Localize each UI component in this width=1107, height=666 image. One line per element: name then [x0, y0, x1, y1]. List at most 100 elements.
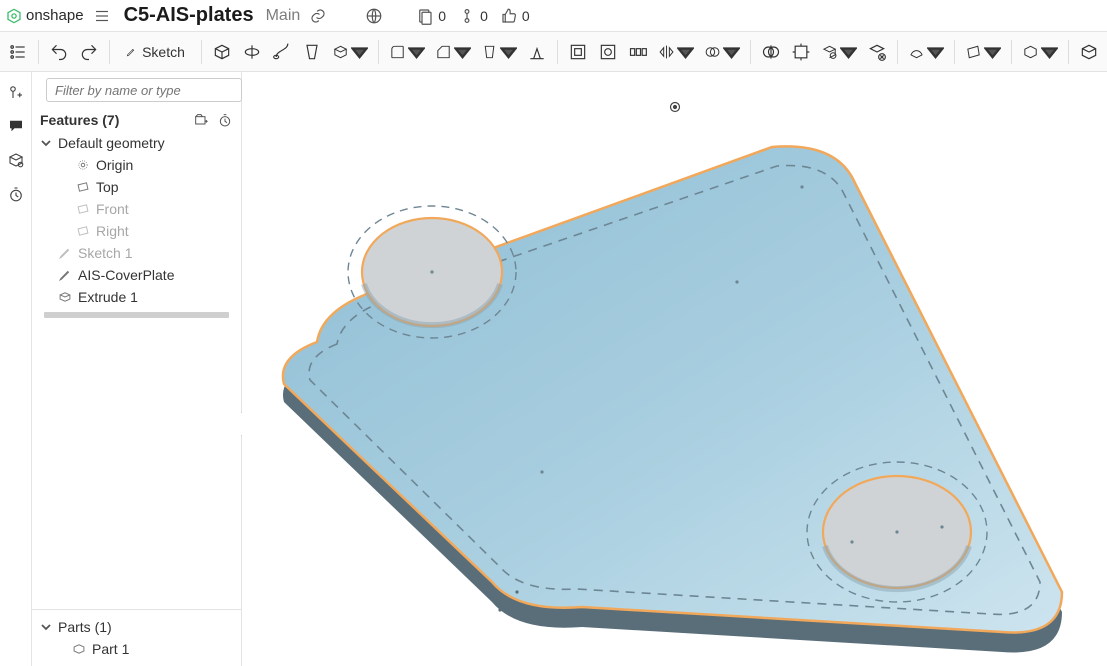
plane-tool[interactable] — [961, 36, 1005, 68]
origin-icon — [76, 158, 90, 172]
plane-icon — [76, 180, 90, 194]
revolve-icon — [242, 42, 262, 62]
parts-part1[interactable]: Part 1 — [36, 638, 237, 660]
tree-extrude1[interactable]: Extrude 1 — [36, 286, 237, 308]
pencil-icon — [126, 42, 136, 62]
plane-icon — [76, 224, 90, 238]
document-branch[interactable]: Main — [266, 7, 301, 25]
sketch-button[interactable]: Sketch — [116, 36, 195, 68]
document-title[interactable]: C5-AIS-plates — [124, 4, 254, 27]
features-title: Features (7) — [40, 112, 119, 128]
split-tool[interactable] — [757, 36, 785, 68]
sheet-metal-tool[interactable] — [1075, 36, 1103, 68]
configurations-button[interactable] — [4, 148, 28, 172]
comment-icon — [7, 117, 25, 135]
history-count: 0 — [480, 8, 488, 24]
tree-ais-coverplate[interactable]: AIS-CoverPlate — [36, 264, 237, 286]
share-link-button[interactable] — [306, 4, 330, 28]
pattern-tool[interactable] — [624, 36, 652, 68]
chevron-down-icon — [40, 621, 52, 633]
rollback-timer-icon[interactable] — [217, 112, 233, 128]
fillet-tool[interactable] — [385, 36, 429, 68]
transform-tool[interactable] — [787, 36, 815, 68]
3d-viewport[interactable] — [242, 72, 1107, 666]
topbar: onshape C5-AIS-plates Main 0 0 — [0, 0, 1107, 32]
revolve-tool[interactable] — [238, 36, 266, 68]
surface-tool[interactable] — [904, 36, 948, 68]
tree-right-plane[interactable]: Right — [36, 220, 237, 242]
undo-icon — [49, 42, 69, 62]
modify-tool[interactable] — [817, 36, 861, 68]
pencil-icon — [58, 268, 72, 282]
extrude-tool[interactable] — [208, 36, 236, 68]
redo-button[interactable] — [75, 36, 103, 68]
filter-input[interactable] — [46, 78, 242, 102]
history-rail-button[interactable] — [4, 182, 28, 206]
versions-count: 0 — [438, 8, 446, 24]
surface-icon — [908, 42, 925, 62]
globe-icon — [365, 7, 383, 25]
add-feature-button[interactable] — [4, 80, 28, 104]
dropdown-caret-icon — [984, 42, 1001, 62]
shell-icon — [568, 42, 588, 62]
feature-list-toggle[interactable] — [4, 36, 32, 68]
delete-face-icon — [867, 42, 887, 62]
mirror-tool[interactable] — [654, 36, 698, 68]
loft-tool[interactable] — [298, 36, 326, 68]
likes-stat[interactable]: 0 — [500, 7, 530, 25]
feature-toolbar: Sketch — [0, 32, 1107, 72]
chamfer-tool[interactable] — [431, 36, 475, 68]
tree-top-plane[interactable]: Top — [36, 176, 237, 198]
modify-icon — [821, 42, 838, 62]
tree-label: Origin — [96, 157, 133, 173]
rib-tool[interactable] — [523, 36, 551, 68]
hamburger-icon — [93, 7, 111, 25]
chevron-down-icon — [40, 137, 52, 149]
versions-icon — [416, 7, 434, 25]
public-globe-button[interactable] — [362, 4, 386, 28]
tree-default-geometry[interactable]: Default geometry — [36, 132, 237, 154]
likes-count: 0 — [522, 8, 530, 24]
pencil-icon — [58, 246, 72, 260]
left-rail — [0, 72, 32, 666]
tree-origin[interactable]: Origin — [36, 154, 237, 176]
delete-face-tool[interactable] — [863, 36, 891, 68]
onshape-logo-icon — [6, 8, 22, 24]
mirror-icon — [658, 42, 675, 62]
sweep-tool[interactable] — [268, 36, 296, 68]
history-stat[interactable]: 0 — [458, 7, 488, 25]
add-folder-icon[interactable] — [193, 112, 209, 128]
tree-sketch1[interactable]: Sketch 1 — [36, 242, 237, 264]
tree-label: Extrude 1 — [78, 289, 138, 305]
features-header: Features (7) — [32, 108, 241, 132]
parts-header[interactable]: Parts (1) — [36, 616, 237, 638]
insert-icon — [1022, 42, 1039, 62]
thicken-icon — [332, 42, 349, 62]
versions-stat[interactable]: 0 — [416, 7, 446, 25]
boolean-icon — [704, 42, 721, 62]
extrude-icon — [58, 290, 72, 304]
hole-icon — [598, 42, 618, 62]
draft-tool[interactable] — [477, 36, 521, 68]
undo-button[interactable] — [45, 36, 73, 68]
part-icon — [72, 642, 86, 656]
dropdown-caret-icon — [500, 42, 517, 62]
tree-front-plane[interactable]: Front — [36, 198, 237, 220]
parts-section: Parts (1) Part 1 — [32, 609, 241, 666]
comments-button[interactable] — [4, 114, 28, 138]
shell-tool[interactable] — [564, 36, 592, 68]
brand-logo[interactable]: onshape — [6, 7, 84, 24]
tree-label: Front — [96, 201, 129, 217]
tree-label: Sketch 1 — [78, 245, 132, 261]
boolean-tool[interactable] — [700, 36, 744, 68]
hole-tool[interactable] — [594, 36, 622, 68]
thicken-tool[interactable] — [328, 36, 372, 68]
sheet-metal-icon — [1079, 42, 1099, 62]
redo-icon — [79, 42, 99, 62]
feature-panel: Features (7) Default geometry Origin Top — [32, 72, 242, 666]
insert-tool[interactable] — [1018, 36, 1062, 68]
rollback-bar[interactable] — [44, 312, 229, 318]
list-icon — [8, 42, 28, 62]
main-menu-button[interactable] — [90, 4, 114, 28]
stopwatch-icon — [7, 185, 25, 203]
